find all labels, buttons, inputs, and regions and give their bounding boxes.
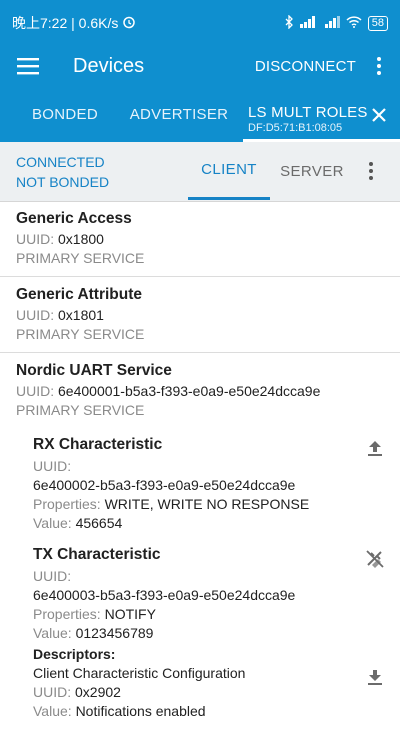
service-type: PRIMARY SERVICE	[16, 326, 145, 342]
app-bar: Devices DISCONNECT	[0, 46, 400, 86]
value-label: Value:	[33, 625, 72, 641]
close-icon[interactable]	[368, 104, 390, 126]
tab-advertiser[interactable]: ADVERTISER	[128, 86, 230, 142]
tab-device-address: DF:D5:71:B1:08:05	[248, 122, 343, 134]
connection-bar: CONNECTED NOT BONDED CLIENT SERVER	[0, 142, 400, 202]
descriptor-value-line: Value: Notifications enabled	[33, 703, 206, 719]
more-options-icon[interactable]	[360, 158, 382, 184]
uuid-label: UUID:	[16, 231, 55, 247]
more-options-icon[interactable]	[368, 46, 390, 86]
device-tabs: BONDED ADVERTISER LS MULT ROLES DF:D5:71…	[0, 86, 400, 142]
service-name: Generic Access	[16, 210, 132, 227]
tab-client[interactable]: CLIENT	[188, 142, 270, 200]
connection-state: CONNECTED	[16, 154, 105, 170]
characteristic-value: 0123456789	[75, 625, 154, 641]
characteristic-value-line: Value: 456654	[33, 515, 122, 531]
service-generic-access[interactable]: Generic Access UUID: 0x1800 PRIMARY SERV…	[0, 202, 400, 277]
uuid-label: UUID:	[16, 307, 55, 323]
page-title: Devices	[73, 54, 145, 77]
service-generic-attribute[interactable]: Generic Attribute UUID: 0x1801 PRIMARY S…	[0, 277, 400, 353]
descriptor-uuid: 0x2902	[75, 684, 121, 700]
characteristic-properties: WRITE, WRITE NO RESPONSE	[104, 496, 310, 512]
service-uuid-line: UUID: 0x1800	[16, 231, 104, 247]
tab-bonded[interactable]: BONDED	[18, 86, 112, 142]
characteristic-value-line: Value: 0123456789	[33, 625, 153, 641]
characteristic-value: 456654	[75, 515, 123, 531]
upload-icon[interactable]	[363, 437, 387, 461]
properties-label: Properties:	[33, 496, 101, 512]
tab-device-name: LS MULT ROLES	[248, 104, 368, 121]
characteristic-properties-line: Properties: WRITE, WRITE NO RESPONSE	[33, 496, 309, 512]
tab-server[interactable]: SERVER	[272, 142, 352, 200]
status-time-speed: 晚上7:22 | 0.6K/s	[12, 15, 119, 31]
hd-signal-icon	[322, 15, 340, 31]
notifications-toggle-icon[interactable]	[363, 547, 387, 571]
value-label: Value:	[33, 703, 72, 719]
wifi-icon	[346, 15, 362, 31]
uuid-label: UUID:	[33, 684, 72, 700]
signal-icon	[299, 15, 316, 31]
menu-icon[interactable]	[0, 46, 56, 86]
uuid-label: UUID:	[33, 568, 72, 584]
uuid-label: UUID:	[33, 458, 72, 474]
properties-label: Properties:	[33, 606, 101, 622]
characteristic-name: TX Characteristic	[33, 546, 161, 563]
alarm-icon	[122, 15, 136, 32]
characteristic-uuid: 6e400003-b5a3-f393-e0a9-e50e24dcca9e	[33, 587, 296, 603]
descriptors-heading: Descriptors:	[33, 646, 116, 662]
descriptor-value: Notifications enabled	[75, 703, 206, 719]
status-bar: 晚上7:22 | 0.6K/s 58	[0, 0, 400, 46]
value-label: Value:	[33, 515, 72, 531]
service-uuid-line: UUID: 0x1801	[16, 307, 104, 323]
service-nordic-uart[interactable]: Nordic UART Service UUID: 6e400001-b5a3-…	[0, 353, 400, 737]
bond-state: NOT BONDED	[16, 174, 110, 190]
service-uuid-line: UUID: 6e400001-b5a3-f393-e0a9-e50e24dcca…	[16, 383, 320, 399]
download-icon[interactable]	[363, 665, 387, 689]
descriptor-uuid-line: UUID: 0x2902	[33, 684, 121, 700]
service-name: Nordic UART Service	[16, 362, 172, 379]
service-name: Generic Attribute	[16, 286, 143, 303]
service-uuid: 0x1801	[58, 307, 104, 323]
service-type: PRIMARY SERVICE	[16, 250, 145, 266]
service-uuid: 0x1800	[58, 231, 104, 247]
characteristic-properties-line: Properties: NOTIFY	[33, 606, 156, 622]
characteristic-properties: NOTIFY	[104, 606, 156, 622]
service-type: PRIMARY SERVICE	[16, 402, 145, 418]
uuid-label: UUID:	[16, 383, 55, 399]
battery-indicator: 58	[367, 15, 388, 31]
service-uuid: 6e400001-b5a3-f393-e0a9-e50e24dcca9e	[58, 383, 321, 399]
descriptor-name: Client Characteristic Configuration	[33, 665, 246, 681]
bluetooth-icon	[284, 13, 294, 32]
disconnect-button[interactable]: DISCONNECT	[255, 58, 356, 75]
tab-device-active[interactable]: LS MULT ROLES DF:D5:71:B1:08:05	[243, 86, 400, 142]
characteristic-uuid: 6e400002-b5a3-f393-e0a9-e50e24dcca9e	[33, 477, 296, 493]
characteristic-name: RX Characteristic	[33, 436, 163, 453]
